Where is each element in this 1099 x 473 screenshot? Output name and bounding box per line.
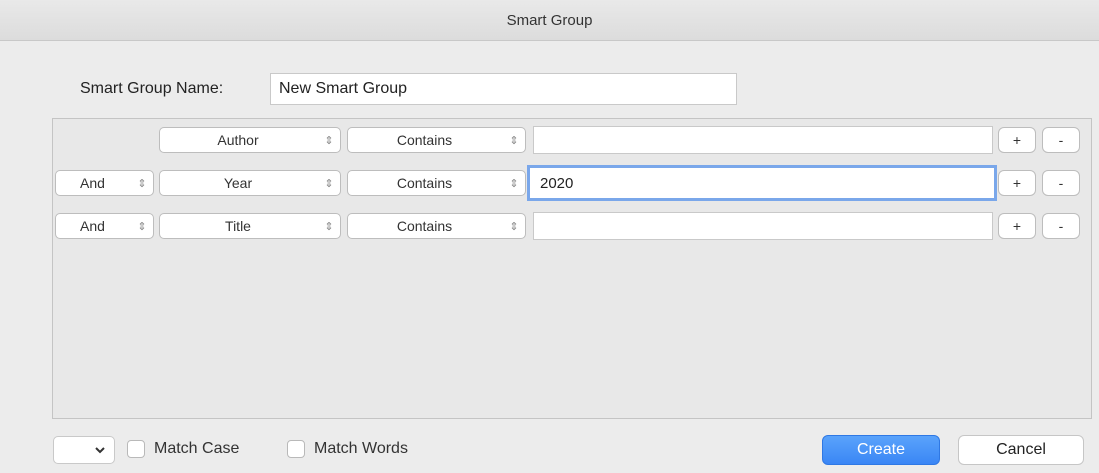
match-case-checkbox[interactable]: Match Case (127, 440, 239, 458)
rule-2-conjunction-label: And (80, 175, 105, 191)
rule-1-field-label: Author (217, 132, 259, 148)
chevron-updown-icon: ⇕ (509, 134, 519, 147)
rule-1-remove-button[interactable]: - (1042, 127, 1080, 153)
rule-1-operator-select[interactable]: Contains ⇕ (347, 127, 526, 153)
match-case-label: Match Case (154, 440, 240, 457)
options-dropdown[interactable] (53, 436, 115, 464)
match-words-checkbox[interactable]: Match Words (287, 440, 408, 458)
checkbox-box[interactable] (287, 440, 305, 458)
chevron-updown-icon: ⇕ (509, 177, 519, 190)
rule-2-remove-button[interactable]: - (1042, 170, 1080, 196)
rule-2-field-label: Year (223, 175, 253, 191)
chevron-updown-icon: ⇕ (137, 177, 147, 190)
smart-group-name-input[interactable] (270, 73, 737, 105)
chevron-updown-icon: ⇕ (509, 220, 519, 233)
match-words-label: Match Words (314, 440, 408, 457)
rule-2-operator-select[interactable]: Contains ⇕ (347, 170, 526, 196)
rule-1-operator-label: Contains (396, 132, 453, 148)
rule-3-operator-select[interactable]: Contains ⇕ (347, 213, 526, 239)
chevron-updown-icon: ⇕ (137, 220, 147, 233)
rule-3-conjunction-select[interactable]: And ⇕ (55, 213, 154, 239)
rule-2-add-button[interactable]: + (998, 170, 1036, 196)
cancel-button[interactable]: Cancel (958, 435, 1084, 465)
rule-1-add-button[interactable]: + (998, 127, 1036, 153)
chevron-updown-icon: ⇕ (324, 134, 334, 147)
rule-2-operator-label: Contains (396, 175, 453, 191)
rule-3-value-input[interactable] (533, 212, 993, 240)
smart-group-name-label: Smart Group Name: (80, 80, 224, 97)
rule-3-operator-label: Contains (396, 218, 453, 234)
chevron-updown-icon: ⇕ (324, 177, 334, 190)
checkbox-box[interactable] (127, 440, 145, 458)
rule-3-add-button[interactable]: + (998, 213, 1036, 239)
window-title: Smart Group (506, 11, 593, 29)
chevron-updown-icon: ⇕ (324, 220, 334, 233)
rule-2-value-input[interactable] (527, 165, 997, 201)
rule-2-conjunction-select[interactable]: And ⇕ (55, 170, 154, 196)
chevron-down-icon (95, 447, 105, 454)
rules-list (52, 118, 1092, 419)
window-titlebar: Smart Group (0, 0, 1099, 41)
rule-3-field-label: Title (225, 218, 251, 234)
rule-2-field-select[interactable]: Year ⇕ (159, 170, 341, 196)
rule-3-field-select[interactable]: Title ⇕ (159, 213, 341, 239)
rule-1-value-input[interactable] (533, 126, 993, 154)
rule-3-remove-button[interactable]: - (1042, 213, 1080, 239)
rule-3-conjunction-label: And (80, 218, 105, 234)
rule-1-field-select[interactable]: Author ⇕ (159, 127, 341, 153)
create-button[interactable]: Create (822, 435, 940, 465)
